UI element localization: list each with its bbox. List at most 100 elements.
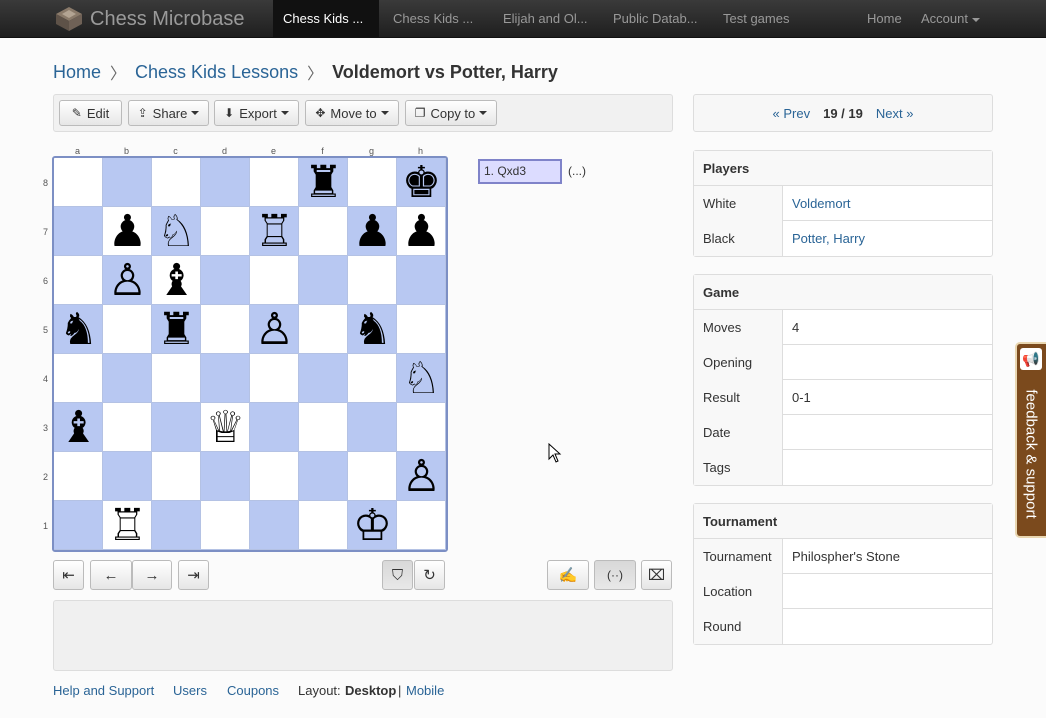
square-f4[interactable]	[299, 354, 348, 403]
settings-button[interactable]: ⌧	[641, 560, 672, 590]
square-g8[interactable]	[348, 158, 397, 207]
square-f2[interactable]	[299, 452, 348, 501]
white-knight-icon[interactable]: ♘	[152, 207, 201, 256]
more-moves-link[interactable]: (...)	[568, 164, 586, 178]
annotate-button[interactable]: ✍	[547, 560, 589, 590]
black-king-icon[interactable]: ♚	[397, 158, 446, 207]
square-f5[interactable]	[299, 305, 348, 354]
breadcrumb-collection[interactable]: Chess Kids Lessons	[135, 62, 298, 83]
nav-tab-test-games[interactable]: Test games	[713, 0, 803, 38]
square-d2[interactable]	[201, 452, 250, 501]
square-d1[interactable]	[201, 501, 250, 550]
square-e8[interactable]	[250, 158, 299, 207]
nav-account-dropdown[interactable]: Account	[911, 0, 990, 38]
comment-area[interactable]	[53, 600, 673, 671]
square-b8[interactable]	[103, 158, 152, 207]
black-rook-icon[interactable]: ♜	[299, 158, 348, 207]
white-rook-icon[interactable]: ♖	[250, 207, 299, 256]
breadcrumb-home[interactable]: Home	[53, 62, 101, 83]
square-e3[interactable]	[250, 403, 299, 452]
white-king-icon[interactable]: ♔	[348, 501, 397, 550]
black-bishop-icon[interactable]: ♝	[54, 403, 103, 452]
square-g6[interactable]	[348, 256, 397, 305]
white-knight-icon[interactable]: ♘	[397, 354, 446, 403]
square-e6[interactable]	[250, 256, 299, 305]
black-rook-icon[interactable]: ♜	[152, 305, 201, 354]
square-e4[interactable]	[250, 354, 299, 403]
layout-mobile-link[interactable]: Mobile	[406, 683, 444, 698]
white-pawn-icon[interactable]: ♙	[250, 305, 299, 354]
square-c8[interactable]	[152, 158, 201, 207]
last-move-button[interactable]: ⇥	[178, 560, 209, 590]
square-e1[interactable]	[250, 501, 299, 550]
next-move-button[interactable]: →	[132, 560, 172, 590]
square-d6[interactable]	[201, 256, 250, 305]
square-g2[interactable]	[348, 452, 397, 501]
previous-move-button[interactable]: ←	[90, 560, 132, 590]
square-c1[interactable]	[152, 501, 201, 550]
square-d7[interactable]	[201, 207, 250, 256]
nav-tab-public-database[interactable]: Public Datab...	[603, 0, 711, 38]
current-move[interactable]: 1. Qxd3	[478, 159, 562, 184]
square-c2[interactable]	[152, 452, 201, 501]
square-f3[interactable]	[299, 403, 348, 452]
square-e2[interactable]	[250, 452, 299, 501]
coupons-link[interactable]: Coupons	[227, 683, 279, 698]
black-knight-icon[interactable]: ♞	[54, 305, 103, 354]
white-rook-icon[interactable]: ♖	[103, 501, 152, 550]
square-h5[interactable]	[397, 305, 446, 354]
white-player-link[interactable]: Voldemort	[792, 186, 851, 221]
export-button[interactable]: ⬇ Export	[214, 100, 299, 126]
square-b2[interactable]	[103, 452, 152, 501]
square-h6[interactable]	[397, 256, 446, 305]
chess-board[interactable]: ♜ ♚ ♟ ♘ ♖ ♟ ♟ ♙ ♝ ♞ ♜ ♙ ♞ ♘ ♝ ♕ ♙ ♖ ♔	[52, 156, 448, 552]
square-g3[interactable]	[348, 403, 397, 452]
square-c4[interactable]	[152, 354, 201, 403]
square-a7[interactable]	[54, 207, 103, 256]
square-d8[interactable]	[201, 158, 250, 207]
move-to-button[interactable]: ✥ Move to	[305, 100, 399, 126]
square-a6[interactable]	[54, 256, 103, 305]
white-pawn-icon[interactable]: ♙	[397, 452, 446, 501]
square-d5[interactable]	[201, 305, 250, 354]
copy-to-button[interactable]: ❐ Copy to	[405, 100, 497, 126]
next-link[interactable]: Next »	[876, 106, 914, 121]
black-pawn-icon[interactable]: ♟	[103, 207, 152, 256]
edit-button[interactable]: ✎ Edit	[59, 100, 122, 126]
black-bishop-icon[interactable]: ♝	[152, 256, 201, 305]
first-move-button[interactable]: ⇤	[53, 560, 84, 590]
users-link[interactable]: Users	[173, 683, 207, 698]
white-queen-icon[interactable]: ♕	[201, 403, 250, 452]
square-b3[interactable]	[103, 403, 152, 452]
nav-tab-chess-kids-1[interactable]: Chess Kids ...	[273, 0, 379, 38]
nav-tab-elijah[interactable]: Elijah and Ol...	[493, 0, 601, 38]
square-a8[interactable]	[54, 158, 103, 207]
variations-button[interactable]: (··)	[594, 560, 636, 590]
square-d4[interactable]	[201, 354, 250, 403]
black-knight-icon[interactable]: ♞	[348, 305, 397, 354]
presentation-button[interactable]: ⛉	[382, 560, 413, 590]
square-h1[interactable]	[397, 501, 446, 550]
square-c3[interactable]	[152, 403, 201, 452]
black-pawn-icon[interactable]: ♟	[348, 207, 397, 256]
square-b5[interactable]	[103, 305, 152, 354]
flip-board-button[interactable]: ↻	[414, 560, 445, 590]
prev-link[interactable]: « Prev	[773, 106, 811, 121]
square-h3[interactable]	[397, 403, 446, 452]
square-a4[interactable]	[54, 354, 103, 403]
square-f7[interactable]	[299, 207, 348, 256]
square-f1[interactable]	[299, 501, 348, 550]
nav-tab-chess-kids-2[interactable]: Chess Kids ...	[383, 0, 483, 38]
square-a1[interactable]	[54, 501, 103, 550]
square-g4[interactable]	[348, 354, 397, 403]
share-button[interactable]: ⇪ Share	[128, 100, 209, 126]
brand[interactable]: Chess Microbase	[54, 4, 245, 34]
square-f6[interactable]	[299, 256, 348, 305]
white-pawn-icon[interactable]: ♙	[103, 256, 152, 305]
black-player-link[interactable]: Potter, Harry	[792, 221, 865, 256]
black-pawn-icon[interactable]: ♟	[397, 207, 446, 256]
square-b4[interactable]	[103, 354, 152, 403]
nav-home[interactable]: Home	[857, 0, 912, 38]
square-a2[interactable]	[54, 452, 103, 501]
help-and-support-link[interactable]: Help and Support	[53, 683, 154, 698]
